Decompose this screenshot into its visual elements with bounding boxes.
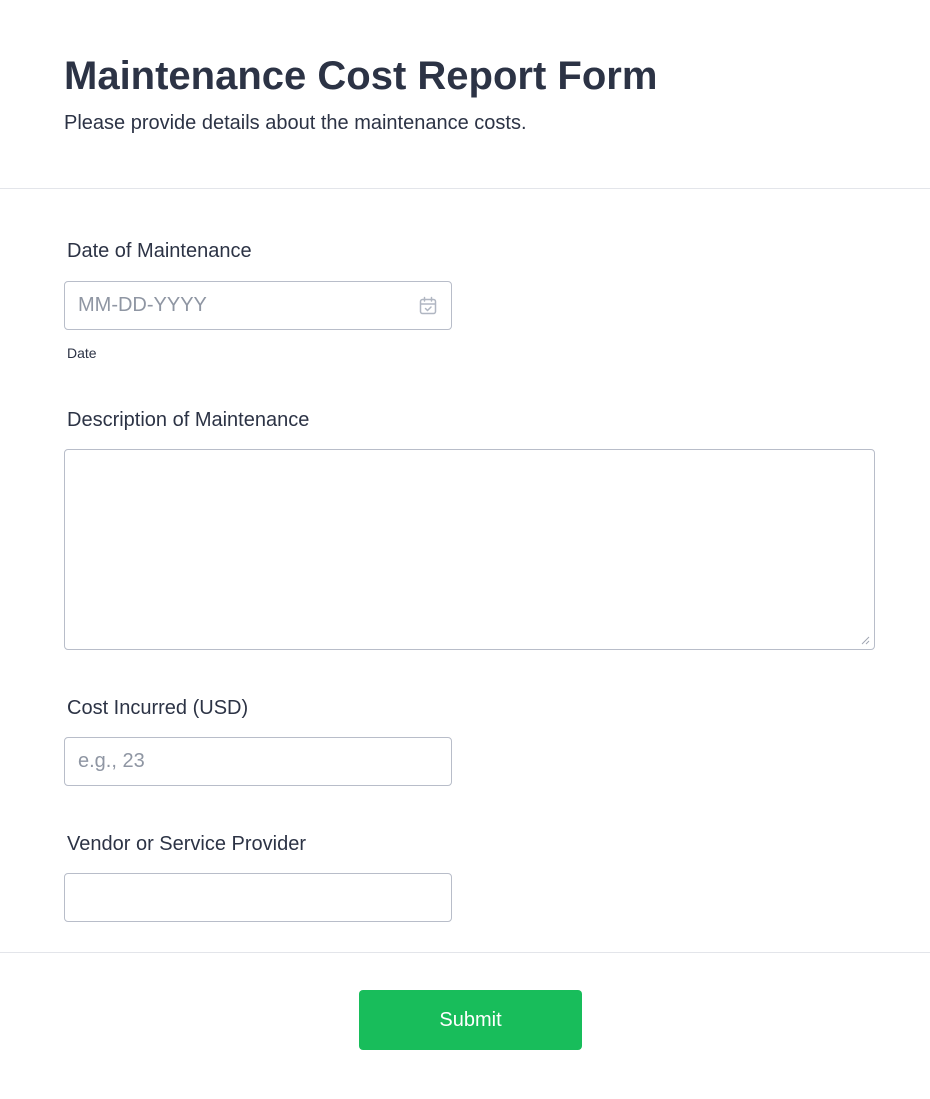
date-input-wrapper bbox=[64, 281, 452, 330]
vendor-input[interactable] bbox=[65, 874, 451, 921]
resize-handle-icon[interactable] bbox=[860, 635, 870, 645]
page-subtitle: Please provide details about the mainten… bbox=[64, 112, 527, 134]
form-header: Maintenance Cost Report Form Please prov… bbox=[0, 0, 930, 189]
vendor-field-label: Vendor or Service Provider bbox=[67, 833, 307, 855]
footer-divider bbox=[0, 952, 930, 953]
cost-input-wrapper bbox=[64, 737, 452, 786]
cost-input[interactable] bbox=[65, 738, 451, 785]
date-sublabel: Date bbox=[67, 345, 97, 361]
description-textarea-wrapper bbox=[64, 449, 875, 650]
date-field-label: Date of Maintenance bbox=[67, 240, 252, 262]
page-title: Maintenance Cost Report Form bbox=[64, 54, 658, 98]
cost-field-label: Cost Incurred (USD) bbox=[67, 697, 249, 719]
date-input[interactable] bbox=[65, 282, 451, 329]
vendor-input-wrapper bbox=[64, 873, 452, 922]
description-field-label: Description of Maintenance bbox=[67, 409, 310, 431]
calendar-icon[interactable] bbox=[418, 296, 438, 316]
submit-button[interactable]: Submit bbox=[359, 990, 582, 1050]
description-textarea[interactable] bbox=[65, 450, 874, 649]
